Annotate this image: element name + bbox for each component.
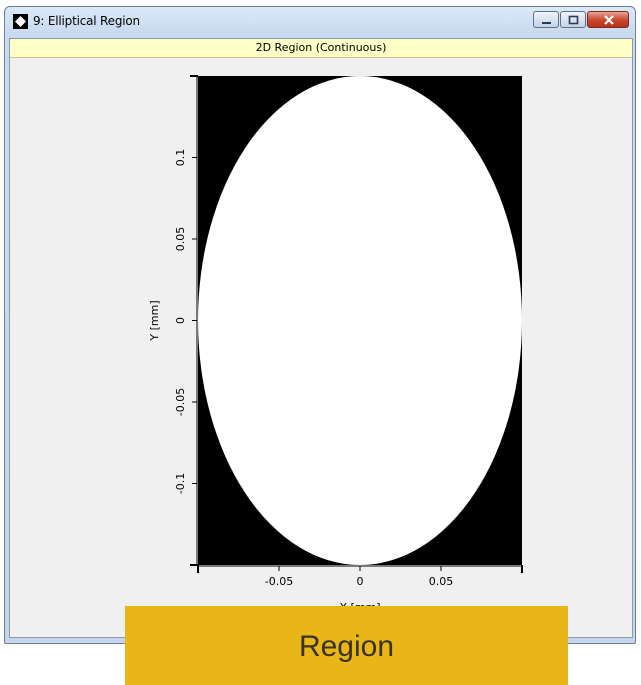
restore-icon xyxy=(568,15,579,25)
plot-area: 2D Region (Continuous) -0.05 0 0.05 0.1 0.05… xyxy=(9,38,633,638)
window-title: 9: Elliptical Region xyxy=(33,14,140,28)
minimize-button[interactable] xyxy=(533,11,559,28)
y-tick-label: 0.1 xyxy=(174,149,187,167)
region-overlay-label: Region xyxy=(298,630,395,663)
region-overlay-tab: Region xyxy=(125,606,568,685)
title-bar[interactable]: 9: Elliptical Region xyxy=(5,7,635,35)
close-icon xyxy=(604,15,614,25)
close-button[interactable] xyxy=(587,11,629,28)
region-plot[interactable]: -0.0500.050.10.050-0.05-0.1X [mm]Y [mm] xyxy=(10,39,632,637)
window-controls xyxy=(532,11,629,29)
x-tick-label: 0 xyxy=(357,575,364,588)
x-tick-label: -0.05 xyxy=(265,575,293,588)
app-icon[interactable] xyxy=(13,14,28,29)
minimize-icon xyxy=(542,22,551,24)
restore-button[interactable] xyxy=(560,11,586,28)
y-tick-label: -0.1 xyxy=(174,473,187,494)
elliptical-region xyxy=(198,76,522,565)
elliptical-region-window: 9: Elliptical Region 2D Region (Continuo… xyxy=(4,6,636,644)
x-tick-label: 0.05 xyxy=(429,575,454,588)
y-axis-label: Y [mm] xyxy=(148,300,161,341)
y-tick-label: 0 xyxy=(174,317,187,324)
y-tick-label: -0.05 xyxy=(174,388,187,416)
y-tick-label: 0.05 xyxy=(174,227,187,252)
